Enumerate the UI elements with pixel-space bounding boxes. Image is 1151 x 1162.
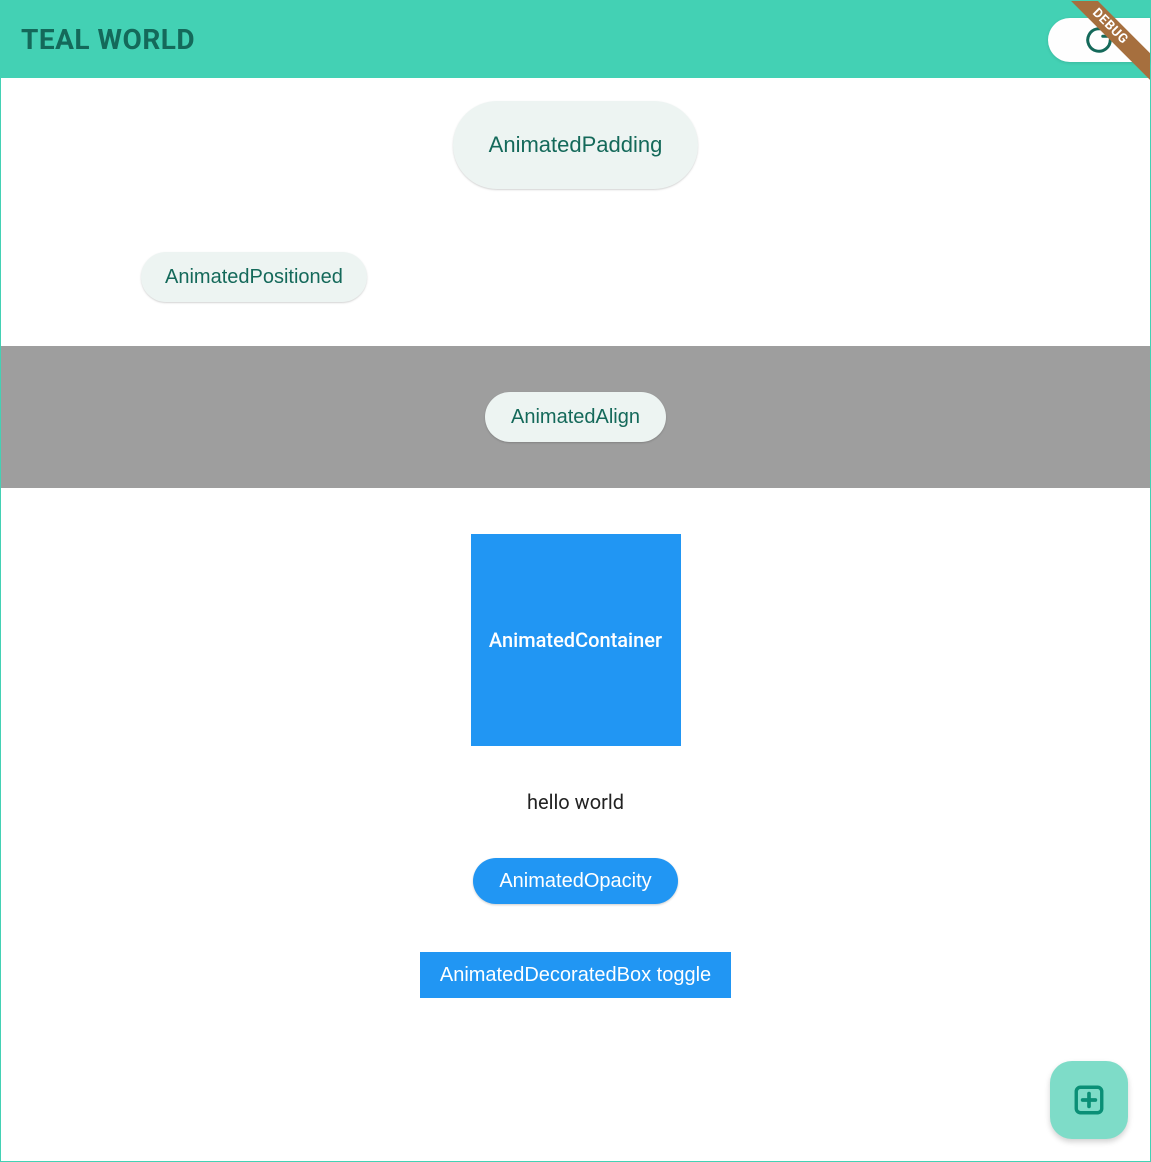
opacity-demo-text: hello world	[527, 790, 624, 814]
animated-padding-button[interactable]: AnimatedPadding	[453, 101, 699, 189]
refresh-icon	[1084, 25, 1114, 55]
fab-add-button[interactable]	[1050, 1061, 1128, 1139]
animated-container-section: AnimatedContainer	[1, 488, 1150, 748]
plus-icon	[1072, 1083, 1106, 1117]
content-area: AnimatedPadding AnimatedPositioned Anima…	[1, 78, 1150, 998]
animated-positioned-button[interactable]: AnimatedPositioned	[141, 252, 367, 302]
animated-padding-section: AnimatedPadding	[1, 78, 1150, 212]
animated-align-section: AnimatedAlign	[1, 346, 1150, 488]
refresh-button[interactable]	[1048, 18, 1150, 62]
app-frame: TEAL WORLD DEBUG AnimatedPadding Animate…	[0, 0, 1151, 1162]
animated-opacity-section: hello world AnimatedOpacity AnimatedDeco…	[1, 748, 1150, 998]
animated-decorated-box-button[interactable]: AnimatedDecoratedBox toggle	[420, 952, 731, 998]
animated-opacity-button[interactable]: AnimatedOpacity	[473, 858, 677, 904]
animated-align-button[interactable]: AnimatedAlign	[485, 392, 666, 442]
animated-container-label: AnimatedContainer	[489, 628, 662, 652]
app-title: TEAL WORLD	[21, 23, 195, 56]
animated-positioned-section: AnimatedPositioned	[1, 212, 1150, 346]
animated-container-button[interactable]: AnimatedContainer	[471, 534, 681, 746]
app-bar: TEAL WORLD	[1, 1, 1150, 78]
